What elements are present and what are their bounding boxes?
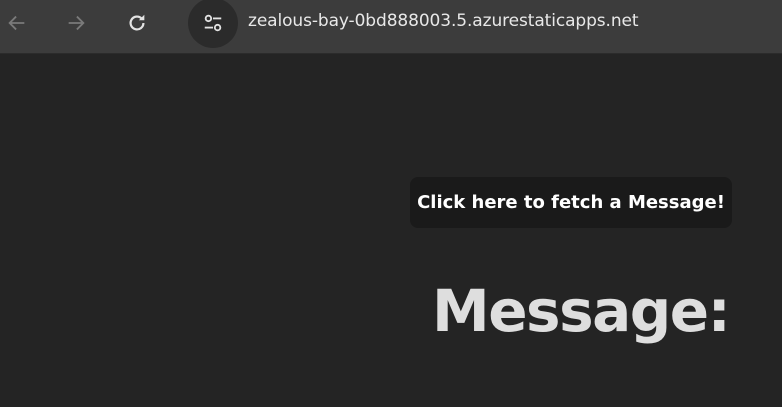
arrow-left-icon	[8, 15, 25, 31]
back-button[interactable]	[0, 6, 34, 40]
fetch-message-button[interactable]: Click here to fetch a Message!	[410, 177, 732, 228]
reload-icon	[129, 14, 145, 31]
page-content: Click here to fetch a Message! Message:	[0, 54, 782, 407]
arrow-right-icon	[68, 15, 85, 31]
forward-button[interactable]	[59, 6, 93, 40]
browser-toolbar: zealous-bay-0bd888003.5.azurestaticapps.…	[0, 0, 782, 54]
tune-icon	[204, 14, 222, 32]
message-heading: Message:	[432, 277, 731, 345]
reload-button[interactable]	[120, 6, 154, 40]
address-bar-url[interactable]: zealous-bay-0bd888003.5.azurestaticapps.…	[248, 11, 639, 31]
site-info-button[interactable]	[188, 0, 238, 48]
